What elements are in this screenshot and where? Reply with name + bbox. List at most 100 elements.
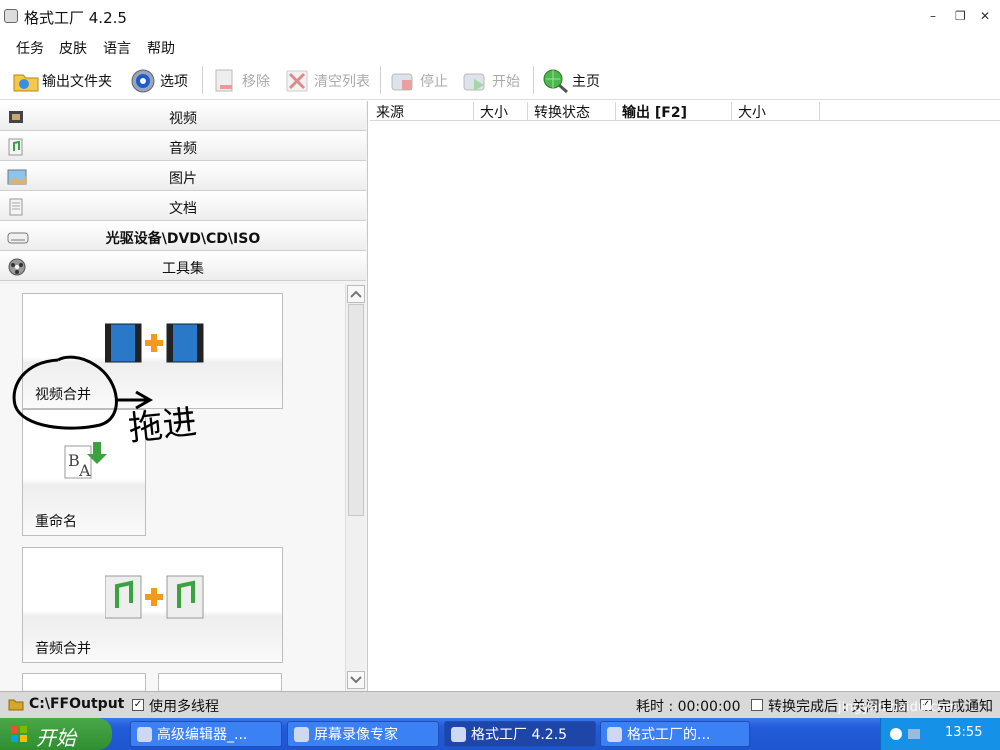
home-label: 主页 <box>572 74 600 90</box>
restore-button[interactable]: ❐ <box>955 9 966 23</box>
tray-icon[interactable] <box>907 727 921 745</box>
taskbar-item-label: 格式工厂 4.2.5 <box>471 727 568 743</box>
clock: 13:55 <box>945 725 983 740</box>
task-list-header: 来源 大小 转换状态 输出 [F2] 大小 <box>370 101 1000 121</box>
window-title: 格式工厂 4.2.5 <box>24 9 127 27</box>
language-icon[interactable] <box>889 727 903 745</box>
browser-icon <box>137 727 152 742</box>
taskbar-item-format-factory[interactable]: 格式工厂 4.2.5 <box>444 721 596 747</box>
rename-icon: B A <box>64 442 107 480</box>
category-image[interactable]: 图片 <box>0 161 366 191</box>
category-optical-drive[interactable]: 光驱设备\DVD\CD\ISO <box>0 221 366 251</box>
folder-icon <box>12 68 39 94</box>
category-document[interactable]: 文档 <box>0 191 366 221</box>
column-output-size[interactable]: 大小 <box>732 102 820 121</box>
column-status[interactable]: 转换状态 <box>528 102 616 121</box>
rename-tile[interactable]: B A 重命名 <box>22 409 146 536</box>
document-icon <box>607 727 622 742</box>
output-path[interactable]: C:\FFOutput <box>29 696 124 712</box>
options-button[interactable]: 选项 <box>130 66 188 96</box>
stop-icon <box>390 68 416 94</box>
column-size[interactable]: 大小 <box>474 102 528 121</box>
menu-task[interactable]: 任务 <box>16 38 44 58</box>
task-list[interactable] <box>370 121 1000 691</box>
stop-button[interactable]: 停止 <box>390 66 448 96</box>
category-video[interactable]: 视频 <box>0 101 366 131</box>
tiles-scrollbar[interactable] <box>345 284 365 691</box>
options-label: 选项 <box>160 74 188 90</box>
category-label: 音频 <box>169 141 197 157</box>
chevron-down-icon <box>350 676 362 684</box>
output-folder-button[interactable]: 输出文件夹 <box>12 66 112 96</box>
scroll-up-button[interactable] <box>347 285 365 303</box>
taskbar-item-format-factory-doc[interactable]: 格式工厂的... <box>600 721 750 747</box>
chevron-up-icon <box>350 290 362 298</box>
globe-magnifier-icon <box>542 68 568 94</box>
app-icon <box>4 9 18 23</box>
elapsed-time: 耗时 : 00:00:00 <box>636 699 741 715</box>
multithread-label: 使用多线程 <box>149 699 219 715</box>
category-panel: 视频 音频 图片 文档 光驱设备\DVD\CD\ISO 工具集 视频合并 B A… <box>0 101 368 691</box>
remove-label: 移除 <box>242 74 270 90</box>
toolbar-divider <box>533 66 534 94</box>
gear-icon <box>130 68 156 94</box>
taskbar-item-label: 高级编辑器_... <box>157 727 248 743</box>
audio-merge-tile[interactable]: 音频合并 <box>22 547 283 663</box>
scroll-down-button[interactable] <box>347 671 365 689</box>
stop-label: 停止 <box>420 74 448 90</box>
tool-tiles-area: 视频合并 B A 重命名 音频合并 <box>0 284 345 691</box>
windows-flag-icon <box>11 726 27 742</box>
partial-tile[interactable] <box>22 673 146 691</box>
category-label: 工具集 <box>162 261 204 277</box>
menu-skin[interactable]: 皮肤 <box>59 38 87 58</box>
clear-list-label: 清空列表 <box>314 74 370 90</box>
close-button[interactable]: ✕ <box>980 9 990 23</box>
home-button[interactable]: 主页 <box>542 66 600 96</box>
start-button[interactable]: 开始 <box>462 66 520 96</box>
start-label: 开始 <box>492 74 520 90</box>
column-output[interactable]: 输出 [F2] <box>616 102 732 121</box>
minimize-button[interactable]: – <box>930 9 936 23</box>
toolbar: 输出文件夹 选项 移除 清空列表 停止 开始 主页 <box>0 60 1000 100</box>
partial-tile[interactable] <box>158 673 282 691</box>
svg-text:B: B <box>68 451 80 470</box>
after-done-checkbox[interactable] <box>751 699 763 711</box>
toolbar-divider <box>202 66 203 94</box>
category-label: 光驱设备\DVD\CD\ISO <box>105 231 261 247</box>
taskbar-item-label: 屏幕录像专家 <box>314 727 398 743</box>
column-source[interactable]: 来源 <box>370 102 474 121</box>
toolbar-divider <box>380 66 381 94</box>
folder-icon <box>8 697 24 715</box>
format-factory-icon <box>451 727 466 742</box>
output-folder-label: 输出文件夹 <box>42 74 112 90</box>
taskbar-item-editor[interactable]: 高级编辑器_... <box>130 721 282 747</box>
menu-bar: 任务 皮肤 语言 帮助 <box>0 36 1000 58</box>
taskbar-item-screen-recorder[interactable]: 屏幕录像专家 <box>287 721 439 747</box>
audio-merge-label: 音频合并 <box>35 641 91 657</box>
taskbar: 开始 高级编辑器_... 屏幕录像专家 格式工厂 4.2.5 格式工厂的... … <box>0 718 1000 750</box>
recorder-icon <box>294 727 309 742</box>
menu-help[interactable]: 帮助 <box>147 38 175 58</box>
title-bar: 格式工厂 4.2.5 – ❐ ✕ <box>0 0 1000 34</box>
clear-list-button[interactable]: 清空列表 <box>284 66 370 96</box>
start-menu-button[interactable]: 开始 <box>0 718 112 750</box>
category-toolbox[interactable]: 工具集 <box>0 251 366 281</box>
video-merge-tile[interactable]: 视频合并 <box>22 293 283 409</box>
scroll-thumb[interactable] <box>348 304 364 516</box>
category-label: 视频 <box>169 111 197 127</box>
watermark-logo: Baidu经验 <box>770 648 906 678</box>
category-audio[interactable]: 音频 <box>0 131 366 161</box>
multithread-checkbox[interactable]: ✓ <box>132 699 144 711</box>
category-label: 图片 <box>169 171 197 187</box>
taskbar-item-label: 格式工厂的... <box>627 727 711 743</box>
category-label: 文档 <box>169 201 197 217</box>
system-tray: 13:55 <box>880 718 1000 750</box>
svg-text:A: A <box>78 461 91 480</box>
menu-language[interactable]: 语言 <box>103 38 131 58</box>
remove-button[interactable]: 移除 <box>212 66 270 96</box>
start-label: 开始 <box>36 726 76 750</box>
watermark-url: jingyan.baidu.com <box>838 700 958 715</box>
play-icon <box>462 68 488 94</box>
clear-x-icon <box>284 68 310 94</box>
video-merge-label: 视频合并 <box>35 387 91 403</box>
